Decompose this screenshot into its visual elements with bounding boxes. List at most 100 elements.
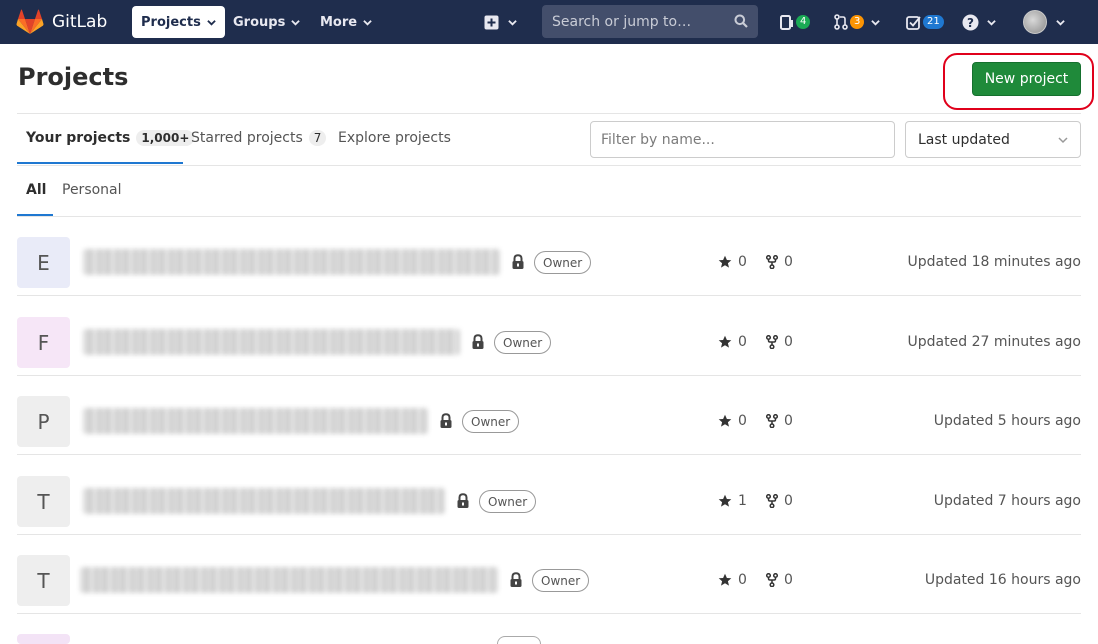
stars-count: 0 bbox=[738, 413, 747, 429]
chevron-down-icon bbox=[207, 19, 216, 26]
sort-dropdown[interactable]: Last updated bbox=[905, 121, 1081, 158]
search-icon bbox=[734, 14, 748, 28]
more-menu[interactable]: More bbox=[311, 6, 381, 38]
private-visibility bbox=[511, 254, 525, 270]
issues-count-badge: 4 bbox=[796, 15, 811, 29]
project-forks[interactable]: 0 bbox=[766, 334, 793, 350]
todos-link[interactable]: 21 bbox=[906, 6, 944, 38]
merge-request-icon bbox=[834, 14, 848, 30]
updated-timestamp: Updated 27 minutes ago bbox=[907, 334, 1081, 350]
lock-icon bbox=[440, 413, 452, 428]
tab-label: Starred projects bbox=[191, 130, 303, 146]
user-avatar bbox=[1023, 10, 1047, 34]
plus-square-icon bbox=[484, 15, 499, 29]
project-stars[interactable]: 0 bbox=[718, 413, 747, 429]
user-menu[interactable] bbox=[1023, 6, 1065, 38]
divider bbox=[17, 113, 1081, 114]
new-project-button[interactable]: New project bbox=[972, 62, 1081, 96]
chevron-down-icon bbox=[987, 19, 996, 26]
lock-icon bbox=[472, 334, 484, 349]
stars-count: 0 bbox=[738, 254, 747, 270]
fork-icon bbox=[766, 335, 778, 349]
project-name-link-redacted[interactable] bbox=[83, 249, 500, 275]
forks-count: 0 bbox=[784, 572, 793, 588]
project-forks[interactable]: 0 bbox=[766, 254, 793, 270]
stars-count: 0 bbox=[738, 572, 747, 588]
project-avatar[interactable]: T bbox=[17, 476, 70, 527]
project-name-link-redacted[interactable] bbox=[83, 488, 445, 514]
tab-count-badge: 7 bbox=[308, 130, 327, 146]
project-row[interactable]: T Owner 1 0 Updated 7 hours ago bbox=[17, 455, 1081, 535]
tab-starred-projects[interactable]: Starred projects 7 bbox=[191, 130, 327, 146]
tab-your-projects[interactable]: Your projects 1,000+ bbox=[26, 130, 195, 146]
chevron-down-icon bbox=[1056, 19, 1065, 26]
chevron-down-icon bbox=[508, 19, 517, 26]
role-badge-partial bbox=[497, 636, 541, 644]
top-navbar: GitLab Projects Groups More 4 bbox=[0, 0, 1098, 44]
help-icon: ? bbox=[962, 14, 979, 30]
forks-count: 0 bbox=[784, 254, 793, 270]
project-row[interactable]: T Owner 0 0 Updated 16 hours ago bbox=[17, 534, 1081, 614]
star-icon bbox=[718, 335, 732, 348]
tab-count-badge: 1,000+ bbox=[136, 130, 195, 146]
subtab-personal[interactable]: Personal bbox=[62, 182, 122, 198]
role-badge: Owner bbox=[532, 569, 590, 592]
todo-check-icon bbox=[906, 15, 921, 30]
chevron-down-icon bbox=[1058, 137, 1068, 144]
role-badge: Owner bbox=[494, 331, 552, 354]
project-stars[interactable]: 0 bbox=[718, 572, 747, 588]
lock-icon bbox=[457, 493, 469, 508]
help-dropdown[interactable]: ? bbox=[962, 6, 996, 38]
star-icon bbox=[718, 573, 732, 586]
filter-by-name-input[interactable] bbox=[590, 121, 895, 158]
gitlab-home-link[interactable]: GitLab bbox=[16, 9, 107, 35]
project-row[interactable]: E Owner 0 0 Updated 18 minutes ago bbox=[17, 216, 1081, 296]
subtab-all[interactable]: All bbox=[26, 182, 46, 198]
project-row[interactable]: F Owner 0 0 Updated 27 minutes ago bbox=[17, 296, 1081, 376]
project-stars[interactable]: 1 bbox=[718, 493, 747, 509]
project-forks[interactable]: 0 bbox=[766, 493, 793, 509]
project-avatar-partial bbox=[17, 634, 70, 644]
fork-icon bbox=[766, 414, 778, 428]
search-input[interactable] bbox=[542, 5, 758, 38]
project-row[interactable]: P Owner 0 0 Updated 5 hours ago bbox=[17, 375, 1081, 455]
new-dropdown[interactable] bbox=[484, 6, 517, 38]
issues-icon bbox=[780, 14, 793, 30]
project-name-link-redacted[interactable] bbox=[80, 567, 498, 593]
star-icon bbox=[718, 414, 732, 427]
lock-icon bbox=[512, 254, 524, 269]
issues-link[interactable]: 4 bbox=[780, 6, 811, 38]
project-name-link-redacted[interactable] bbox=[83, 408, 428, 434]
project-stars[interactable]: 0 bbox=[718, 254, 747, 270]
groups-menu-label: Groups bbox=[233, 14, 286, 30]
divider bbox=[17, 165, 1081, 166]
project-avatar[interactable]: T bbox=[17, 555, 70, 606]
merge-requests-count-badge: 3 bbox=[850, 15, 865, 29]
tab-label: Explore projects bbox=[338, 130, 451, 146]
projects-menu[interactable]: Projects bbox=[132, 6, 225, 38]
updated-timestamp: Updated 16 hours ago bbox=[924, 572, 1081, 588]
project-name-link-redacted[interactable] bbox=[83, 329, 460, 355]
project-stars[interactable]: 0 bbox=[718, 334, 747, 350]
project-forks[interactable]: 0 bbox=[766, 413, 793, 429]
tab-explore-projects[interactable]: Explore projects bbox=[338, 130, 451, 146]
project-avatar[interactable]: F bbox=[17, 317, 70, 368]
private-visibility bbox=[439, 413, 453, 429]
stars-count: 0 bbox=[738, 334, 747, 350]
groups-menu[interactable]: Groups bbox=[224, 6, 309, 38]
role-badge: Owner bbox=[462, 410, 520, 433]
active-tab-indicator bbox=[17, 162, 183, 164]
tab-label: Your projects bbox=[26, 130, 131, 146]
updated-timestamp: Updated 7 hours ago bbox=[933, 493, 1081, 509]
private-visibility bbox=[456, 493, 470, 509]
merge-requests-link[interactable]: 3 bbox=[834, 6, 881, 38]
project-forks[interactable]: 0 bbox=[766, 572, 793, 588]
updated-timestamp: Updated 18 minutes ago bbox=[907, 254, 1081, 270]
search-box[interactable] bbox=[542, 5, 758, 38]
sort-dropdown-value: Last updated bbox=[918, 131, 1010, 148]
project-avatar[interactable]: P bbox=[17, 396, 70, 447]
lock-icon bbox=[510, 572, 522, 587]
project-avatar[interactable]: E bbox=[17, 237, 70, 288]
chevron-down-icon bbox=[363, 19, 372, 26]
more-menu-label: More bbox=[320, 14, 358, 30]
